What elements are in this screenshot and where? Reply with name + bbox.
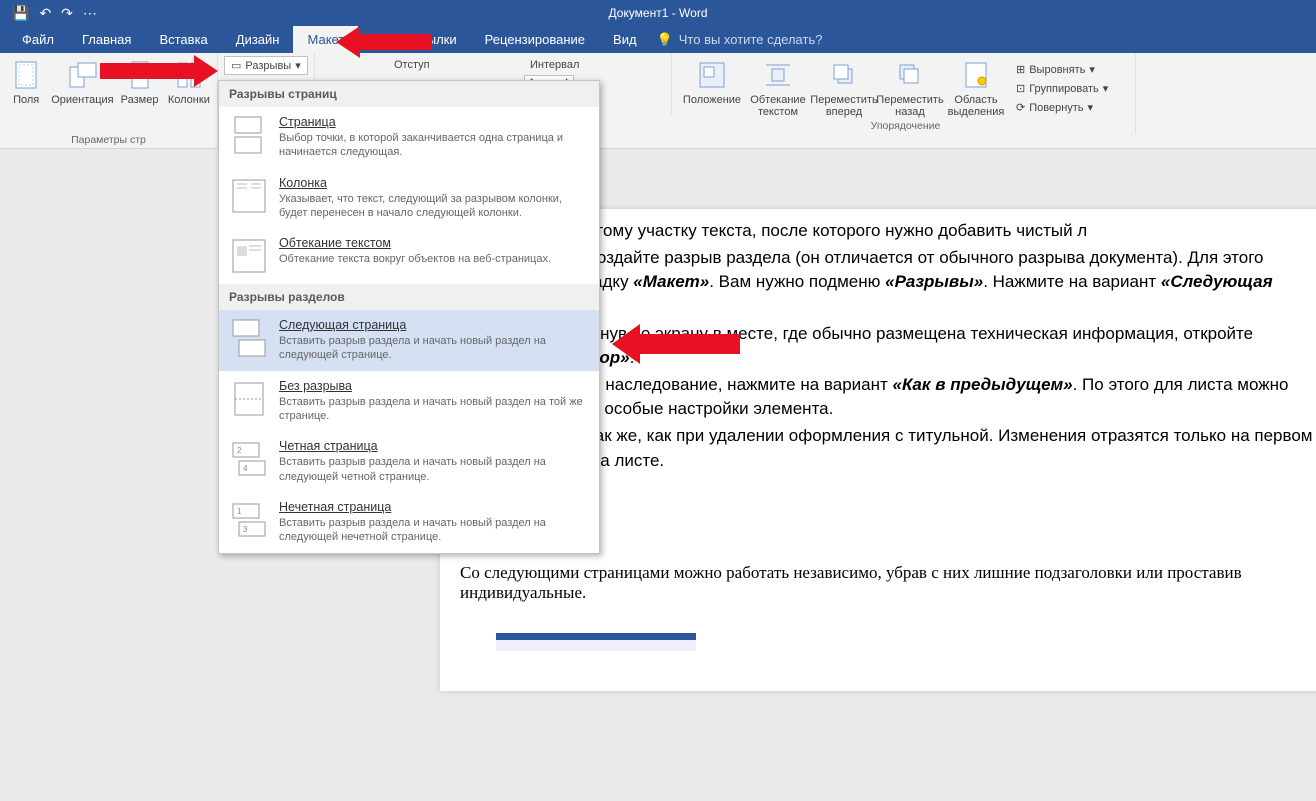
document-area: Перейдите к тому участку текста, после к… xyxy=(0,149,1316,801)
breaks-label: Разрывы xyxy=(245,60,291,72)
margins-icon xyxy=(10,59,42,91)
arrange-label: Упорядочение xyxy=(682,118,1129,132)
position-button[interactable]: Положение xyxy=(682,57,742,106)
paragraph-text: Со следующими страницами можно работать … xyxy=(460,563,1316,603)
wrap-icon xyxy=(762,59,794,91)
text-cursor xyxy=(496,493,1316,533)
break-continuous-item[interactable]: Без разрываВставить разрыв раздела и нач… xyxy=(219,371,599,432)
annotation-arrow-breaks-btn xyxy=(100,52,220,95)
selection-pane-button[interactable]: Область выделения xyxy=(946,57,1006,118)
bring-forward-button[interactable]: Переместить вперед xyxy=(814,57,874,118)
break-textwrap-item[interactable]: Обтекание текстомОбтекание текста вокруг… xyxy=(219,228,599,284)
undo-icon[interactable]: ↶ xyxy=(39,5,51,22)
break-nextpage-item[interactable]: Следующая страницаВставить разрыв раздел… xyxy=(219,310,599,371)
spacing-label: Интервал xyxy=(524,57,664,73)
breaks-dropdown: Разрывы страниц СтраницаВыбор точки, в к… xyxy=(218,80,600,554)
qat-more-icon[interactable]: ⋯ xyxy=(83,5,97,22)
tell-me[interactable]: 💡 Что вы хотите сделать? xyxy=(657,26,823,53)
position-label: Положение xyxy=(683,94,741,106)
group-icon: ⊡ xyxy=(1016,82,1025,95)
tab-home[interactable]: Главная xyxy=(68,26,145,53)
tab-design[interactable]: Дизайн xyxy=(222,26,294,53)
list-item: Для начала создайте разрыв раздела (он о… xyxy=(492,246,1316,320)
dropdown-section-page-breaks: Разрывы страниц xyxy=(219,81,599,107)
breaks-icon: ▭ xyxy=(231,59,241,72)
break-oddpage-item[interactable]: 13 Нечетная страницаВставить разрыв разд… xyxy=(219,492,599,553)
position-icon xyxy=(696,59,728,91)
annotation-arrow-nextpage xyxy=(612,322,742,371)
wrap-label: Обтекание текстом xyxy=(748,94,808,118)
wrap-text-button[interactable]: Обтекание текстом xyxy=(748,57,808,118)
selection-pane-label: Область выделения xyxy=(946,94,1006,118)
document-title: Документ1 - Word xyxy=(608,6,707,20)
break-column-item[interactable]: КолонкаУказывает, что текст, следующий з… xyxy=(219,168,599,229)
svg-text:1: 1 xyxy=(237,507,242,516)
textwrap-break-icon xyxy=(229,236,269,276)
break-evenpage-item[interactable]: 24 Четная страницаВставить разрыв раздел… xyxy=(219,431,599,492)
backward-label: Переместить назад xyxy=(876,94,943,118)
orientation-icon xyxy=(66,59,98,91)
svg-text:3: 3 xyxy=(243,525,248,534)
svg-text:2: 2 xyxy=(237,446,242,455)
columns-label: Колонки xyxy=(168,94,210,106)
tab-insert[interactable]: Вставка xyxy=(145,26,221,53)
quick-access-toolbar: 💾 ↶ ↷ ⋯ xyxy=(0,5,97,22)
tab-view[interactable]: Вид xyxy=(599,26,651,53)
breaks-button[interactable]: ▭ Разрывы ▾ xyxy=(224,56,308,75)
tab-review[interactable]: Рецензирование xyxy=(471,26,599,53)
align-icon: ⊞ xyxy=(1016,63,1025,76)
ribbon-tabs: Файл Главная Вставка Дизайн Макет Рассыл… xyxy=(0,26,1316,53)
selection-pane-icon xyxy=(960,59,992,91)
save-icon[interactable]: 💾 xyxy=(12,5,29,22)
tell-me-text: Что вы хотите сделать? xyxy=(679,32,823,47)
forward-icon xyxy=(828,59,860,91)
lightbulb-icon: 💡 xyxy=(657,32,673,48)
list-item: Действуйте так же, как при удалении офор… xyxy=(492,424,1316,473)
forward-label: Переместить вперед xyxy=(810,94,877,118)
group-button[interactable]: ⊡Группировать ▾ xyxy=(1012,80,1112,97)
rotate-button[interactable]: ⟳Повернуть ▾ xyxy=(1012,99,1112,116)
oddpage-break-icon: 13 xyxy=(229,500,269,540)
align-button[interactable]: ⊞Выровнять ▾ xyxy=(1012,61,1112,78)
svg-text:4: 4 xyxy=(243,464,248,473)
margins-label: Поля xyxy=(13,94,39,106)
list-item: Чтобы убрать наследование, нажмите на ва… xyxy=(492,373,1316,422)
nextpage-break-icon xyxy=(229,318,269,358)
embedded-screenshot xyxy=(496,633,696,651)
break-page-item[interactable]: СтраницаВыбор точки, в которой заканчива… xyxy=(219,107,599,168)
evenpage-break-icon: 24 xyxy=(229,439,269,479)
column-break-icon xyxy=(229,176,269,216)
page-break-icon xyxy=(229,115,269,155)
backward-icon xyxy=(894,59,926,91)
page-setup-label: Параметры стр xyxy=(6,132,211,146)
group-arrange: Положение Обтекание текстом Переместить … xyxy=(676,53,1136,134)
title-bar: 💾 ↶ ↷ ⋯ Документ1 - Word xyxy=(0,0,1316,26)
dropdown-section-section-breaks: Разрывы разделов xyxy=(219,284,599,310)
list-item: Перейдите к тому участку текста, после к… xyxy=(492,219,1316,244)
margins-button[interactable]: Поля xyxy=(6,57,46,106)
orientation-label: Ориентация xyxy=(51,94,113,106)
chevron-down-icon: ▾ xyxy=(295,59,301,72)
rotate-icon: ⟳ xyxy=(1016,101,1025,114)
redo-icon[interactable]: ↷ xyxy=(61,5,73,22)
annotation-arrow-tab xyxy=(336,22,436,67)
tab-file[interactable]: Файл xyxy=(8,26,68,53)
send-backward-button[interactable]: Переместить назад xyxy=(880,57,940,118)
size-label: Размер xyxy=(121,94,159,106)
continuous-break-icon xyxy=(229,379,269,419)
